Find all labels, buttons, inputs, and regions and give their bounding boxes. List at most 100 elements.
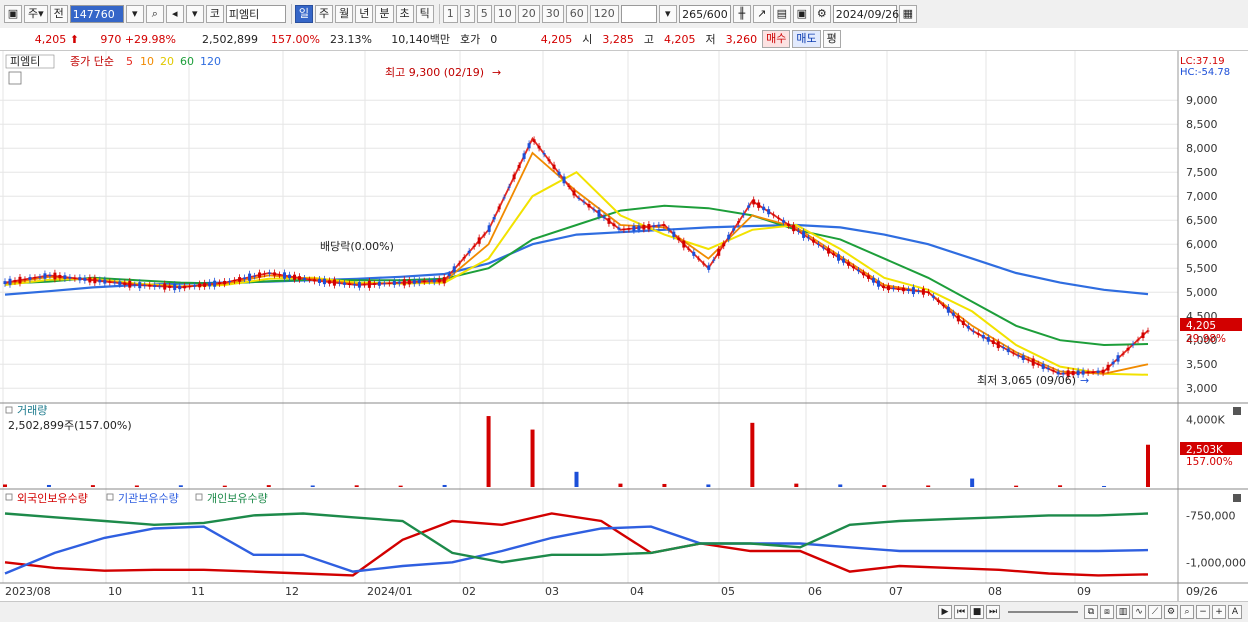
candle-icon[interactable]: ╫ <box>732 5 751 23</box>
code-dropdown-icon[interactable]: ▾ <box>125 5 144 23</box>
market-select[interactable]: 주 ▾ <box>24 5 48 23</box>
volume-bar <box>1146 444 1150 487</box>
x-tick-label: 2023/08 <box>5 585 51 598</box>
volume-bar <box>90 485 95 487</box>
zoom-in-icon[interactable]: + <box>1212 605 1226 619</box>
period-day[interactable]: 일 <box>294 5 314 23</box>
prev-button[interactable]: 전 <box>49 5 68 23</box>
scroll-start-icon[interactable]: ⏮ <box>954 605 968 619</box>
volume-close-icon[interactable] <box>1233 407 1241 415</box>
overlay-icon[interactable]: ⧈ <box>1100 605 1114 619</box>
interval-1[interactable]: 1 <box>442 5 458 23</box>
period-month[interactable]: 월 <box>335 5 354 23</box>
interval-30[interactable]: 30 <box>541 5 564 23</box>
settings-icon[interactable]: ⚙ <box>1164 605 1178 619</box>
sell-button[interactable]: 매도 <box>792 30 821 48</box>
candle-body <box>966 326 970 329</box>
candle-body <box>767 209 771 215</box>
zoom-slider[interactable] <box>1008 611 1078 613</box>
candle-body <box>8 278 12 285</box>
grid-table-icon[interactable] <box>8 71 22 85</box>
change-pct: +29.98% <box>124 32 176 46</box>
candle-body <box>93 277 97 284</box>
candle-body <box>417 279 421 284</box>
count-input[interactable]: 265/600 <box>678 5 731 23</box>
code-input[interactable]: 147760 <box>69 5 124 23</box>
candle-body <box>697 258 701 260</box>
x-tick-label: 06 <box>808 585 822 598</box>
period-tick[interactable]: 틱 <box>415 5 434 23</box>
candle-body <box>817 243 821 245</box>
stock-name-field[interactable]: 피엠티 <box>225 5 286 23</box>
gear-icon[interactable]: ⚙ <box>812 5 831 23</box>
zoom-out-icon[interactable]: − <box>1196 605 1210 619</box>
font-size-icon[interactable]: A <box>1228 605 1242 619</box>
candle-body <box>702 263 706 265</box>
candle-body <box>717 248 721 256</box>
turnover-rate: 23.13% <box>330 32 372 46</box>
save-icon[interactable]: ▣ <box>792 5 811 23</box>
price-tick-label: 3,500 <box>1186 358 1218 371</box>
average-button[interactable]: 평 <box>822 30 841 48</box>
layout-icon[interactable]: ▣ <box>4 5 22 23</box>
candle-body <box>292 274 296 280</box>
candle-body <box>1131 343 1135 346</box>
interval-120[interactable]: 120 <box>589 5 619 23</box>
interval-3[interactable]: 3 <box>459 5 475 23</box>
bar-chart-icon[interactable]: ▥ <box>1116 605 1130 619</box>
holding-close-icon[interactable] <box>1233 494 1241 502</box>
stop-icon[interactable]: ■ <box>970 605 984 619</box>
period-minute[interactable]: 분 <box>375 5 394 23</box>
interval-10[interactable]: 10 <box>493 5 516 23</box>
search-icon[interactable]: ⌕ <box>145 5 164 23</box>
candle-body <box>412 279 416 284</box>
draw-tool-icon[interactable]: ↗ <box>752 5 771 23</box>
candle-body <box>467 250 471 254</box>
interval-20[interactable]: 20 <box>517 5 540 23</box>
main-toolbar: ▣ 주 ▾ 전 147760 ▾ ⌕ ◂ ▾ 코 피엠티 일 주 월 년 분 초… <box>0 0 1248 29</box>
speaker-icon[interactable]: ◂ <box>165 5 184 23</box>
scroll-end-icon[interactable]: ⏭ <box>986 605 1000 619</box>
zoom-icon[interactable]: ⌕ <box>1180 605 1194 619</box>
indicator-icon[interactable]: ∿ <box>1132 605 1146 619</box>
date-input[interactable]: 2024/09/26 <box>832 5 899 23</box>
period-year[interactable]: 년 <box>355 5 374 23</box>
candle-body <box>956 315 960 322</box>
open-label: 시 <box>582 33 593 46</box>
candle-body <box>362 284 366 286</box>
interval-60[interactable]: 60 <box>565 5 588 23</box>
dividend-note: 배당락(0.00%) <box>320 240 394 253</box>
stock-chart[interactable]: 피엠티 종가 단순 5 10 20 60 120 LC:37.19 HC:-54… <box>0 51 1248 603</box>
candle-body <box>1001 347 1005 349</box>
interval-dropdown-icon[interactable]: ▾ <box>658 5 677 23</box>
speaker-dropdown-icon[interactable]: ▾ <box>185 5 204 23</box>
market-prefix[interactable]: 코 <box>205 5 224 23</box>
candle-body <box>1106 364 1110 371</box>
compare-icon[interactable]: ⧉ <box>1084 605 1098 619</box>
current-price-value: 4,205 <box>34 32 67 46</box>
candle-body <box>577 198 581 200</box>
interval-custom-input[interactable] <box>620 5 657 23</box>
interval-5[interactable]: 5 <box>476 5 492 23</box>
candle-body <box>218 282 222 285</box>
period-second[interactable]: 초 <box>395 5 414 23</box>
candle-body <box>307 279 311 281</box>
period-week[interactable]: 주 <box>315 5 334 23</box>
candle-body <box>832 253 836 256</box>
price-tick-label: 6,000 <box>1186 238 1218 251</box>
individual-holding-label: 개인보유수량 <box>207 492 268 505</box>
buy-button[interactable]: 매수 <box>762 30 791 48</box>
candle-body <box>302 277 306 280</box>
candle-body <box>792 224 796 232</box>
calendar-icon[interactable]: ▦ <box>898 5 917 23</box>
chart-type-icon[interactable]: ▤ <box>772 5 791 23</box>
trend-icon[interactable]: ⟋ <box>1148 605 1162 619</box>
volume-bar <box>794 483 799 487</box>
candle-body <box>802 231 806 238</box>
high-note: 최고 9,300 (02/19) <box>385 66 484 79</box>
price-tick-label: 8,000 <box>1186 142 1218 155</box>
candle-body <box>88 277 92 283</box>
candle-body <box>532 139 536 142</box>
x-tick-label: 11 <box>191 585 205 598</box>
scroll-right-icon[interactable]: ▶ <box>938 605 952 619</box>
